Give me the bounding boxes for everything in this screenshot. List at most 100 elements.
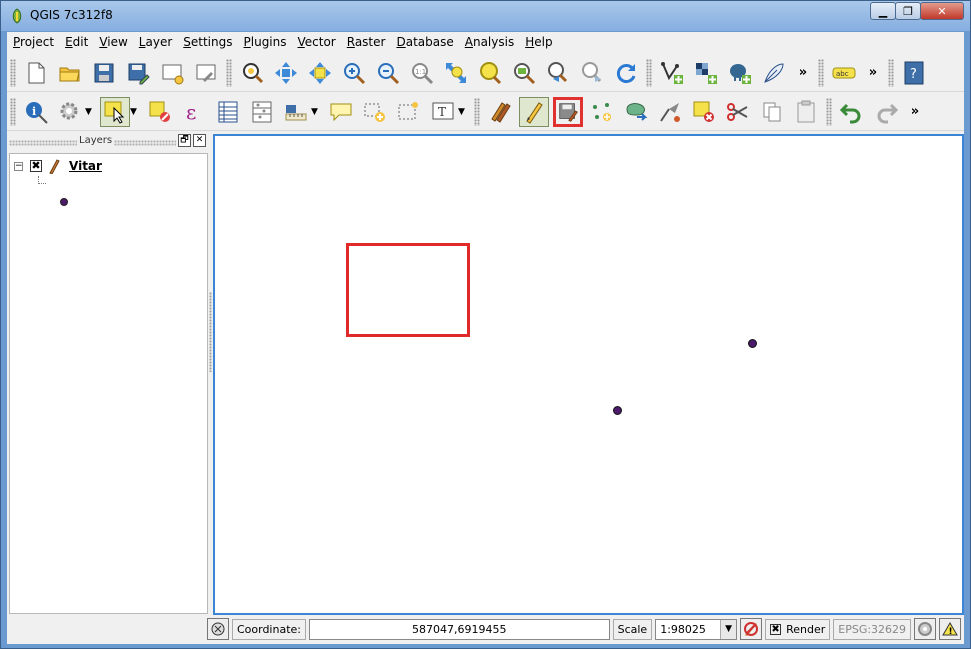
zoom-last-button[interactable]	[543, 58, 573, 88]
menu-analysis[interactable]: Analysis	[459, 32, 519, 53]
refresh-button[interactable]	[611, 58, 641, 88]
map-point-feature[interactable]	[748, 339, 757, 348]
undo-button[interactable]	[837, 97, 867, 127]
identify-features-button[interactable]: i	[21, 97, 51, 127]
run-feature-action-button[interactable]	[55, 97, 85, 127]
layer-item[interactable]: − ✖ Vitar	[14, 157, 102, 175]
new-shapefile-layer-button[interactable]	[759, 58, 789, 88]
new-project-button[interactable]	[21, 58, 51, 88]
delete-selected-button[interactable]	[689, 97, 719, 127]
toolbar-grip[interactable]	[646, 58, 652, 87]
deselect-all-button[interactable]	[145, 97, 175, 127]
add-feature-button[interactable]	[587, 97, 617, 127]
menu-edit[interactable]: Edit	[59, 32, 93, 53]
panel-splitter[interactable]	[209, 292, 212, 372]
layers-panel-header[interactable]: Layers 🗗 ✕	[7, 134, 208, 150]
float-panel-button[interactable]: 🗗	[178, 134, 191, 147]
show-bookmarks-button[interactable]	[394, 97, 424, 127]
annotation-dropdown-arrow[interactable]: ▼	[458, 107, 468, 117]
menu-raster[interactable]: Raster	[341, 32, 391, 53]
toolbar-overflow-button[interactable]: »	[865, 65, 881, 80]
zoom-full-button[interactable]	[441, 58, 471, 88]
select-dropdown-arrow[interactable]: ▼	[130, 107, 140, 117]
menu-settings[interactable]: Settings	[177, 32, 237, 53]
toolbar-grip[interactable]	[226, 58, 232, 87]
chevron-down-icon[interactable]: ▼	[720, 619, 737, 639]
toolbar-grip[interactable]	[826, 97, 832, 126]
render-toggle[interactable]: ✖ Render	[765, 618, 831, 640]
toggle-extents-button[interactable]	[207, 618, 229, 640]
pan-map-button[interactable]	[237, 58, 267, 88]
coordinate-field[interactable]: 587047,6919455	[308, 618, 610, 640]
node-tool-button[interactable]	[655, 97, 685, 127]
menu-layer[interactable]: Layer	[133, 32, 177, 53]
layers-tree[interactable]: − ✖ Vitar	[9, 153, 208, 614]
toolbar-grip[interactable]	[818, 58, 824, 87]
zoom-to-layer-button[interactable]	[509, 58, 539, 88]
scale-combobox[interactable]: 1:98025 ▼	[655, 618, 738, 640]
zoom-out-button[interactable]	[373, 58, 403, 88]
projection-button[interactable]	[914, 618, 937, 640]
composer-manager-button[interactable]	[191, 58, 221, 88]
layer-visibility-checkbox[interactable]: ✖	[30, 160, 42, 172]
toolbar-overflow-button[interactable]: »	[907, 104, 923, 119]
menu-database[interactable]: Database	[390, 32, 458, 53]
layer-labeling-button[interactable]: abc	[829, 58, 859, 88]
cut-features-button[interactable]	[723, 97, 753, 127]
layer-name-label[interactable]: Vitar	[69, 159, 102, 173]
zoom-to-selection-button[interactable]	[475, 58, 505, 88]
add-vector-layer-button[interactable]	[657, 58, 687, 88]
menu-vector[interactable]: Vector	[292, 32, 341, 53]
toolbar-grip[interactable]	[10, 97, 16, 126]
maximize-button[interactable]: ❐	[895, 2, 921, 20]
save-project-as-button[interactable]	[123, 58, 153, 88]
new-bookmark-button[interactable]	[360, 97, 390, 127]
select-features-button[interactable]	[100, 96, 130, 127]
crs-status-button[interactable]: EPSG:32629	[833, 618, 912, 640]
copy-features-button[interactable]	[757, 97, 787, 127]
zoom-actual-size-button[interactable]: 1:1	[407, 58, 437, 88]
open-project-button[interactable]	[55, 58, 85, 88]
close-button[interactable]: ✕	[920, 2, 964, 20]
menu-view[interactable]: View	[93, 32, 132, 53]
current-edits-button[interactable]	[485, 97, 515, 127]
open-attribute-table-button[interactable]	[213, 97, 243, 127]
map-tips-button[interactable]	[326, 97, 356, 127]
move-feature-button[interactable]	[621, 97, 651, 127]
toolbar-grip[interactable]	[474, 97, 480, 126]
messages-button[interactable]: !	[939, 618, 961, 640]
close-panel-button[interactable]: ✕	[193, 134, 206, 147]
pan-to-selection-button[interactable]	[271, 58, 301, 88]
redo-button[interactable]	[871, 97, 901, 127]
toolbar-grip[interactable]	[10, 58, 16, 87]
paste-features-button[interactable]	[791, 97, 821, 127]
zoom-next-button[interactable]	[577, 58, 607, 88]
measure-dropdown-arrow[interactable]: ▼	[311, 107, 321, 117]
collapse-toggle[interactable]: −	[14, 161, 23, 171]
stop-render-button[interactable]	[740, 618, 763, 640]
minimize-button[interactable]: ▁	[870, 2, 896, 20]
zoom-in-button[interactable]	[339, 58, 369, 88]
toolbar-overflow-button[interactable]: »	[795, 65, 811, 80]
add-raster-layer-button[interactable]	[691, 58, 721, 88]
toolbar-grip[interactable]	[888, 58, 894, 87]
map-point-feature[interactable]	[613, 406, 622, 415]
help-button[interactable]: ?	[899, 58, 929, 88]
toggle-editing-button[interactable]	[519, 96, 549, 127]
save-layer-edits-button[interactable]	[553, 96, 583, 127]
menu-plugins[interactable]: Plugins	[238, 32, 292, 53]
text-annotation-button[interactable]: T	[428, 97, 458, 127]
action-dropdown-arrow[interactable]: ▼	[85, 107, 95, 117]
pan-map-to-selection-button[interactable]	[305, 58, 335, 88]
render-checkbox[interactable]: ✖	[770, 623, 782, 635]
add-postgis-layer-button[interactable]	[725, 58, 755, 88]
save-project-button[interactable]	[89, 58, 119, 88]
menu-help[interactable]: Help	[519, 32, 557, 53]
annotation-highlight-rectangle	[346, 243, 470, 337]
select-by-expression-button[interactable]: ε	[179, 97, 209, 127]
new-print-composer-button[interactable]	[157, 58, 187, 88]
map-canvas[interactable]	[213, 134, 964, 615]
menu-project[interactable]: Project	[7, 32, 59, 53]
field-calculator-button[interactable]	[247, 97, 277, 127]
measure-button[interactable]	[281, 97, 311, 127]
